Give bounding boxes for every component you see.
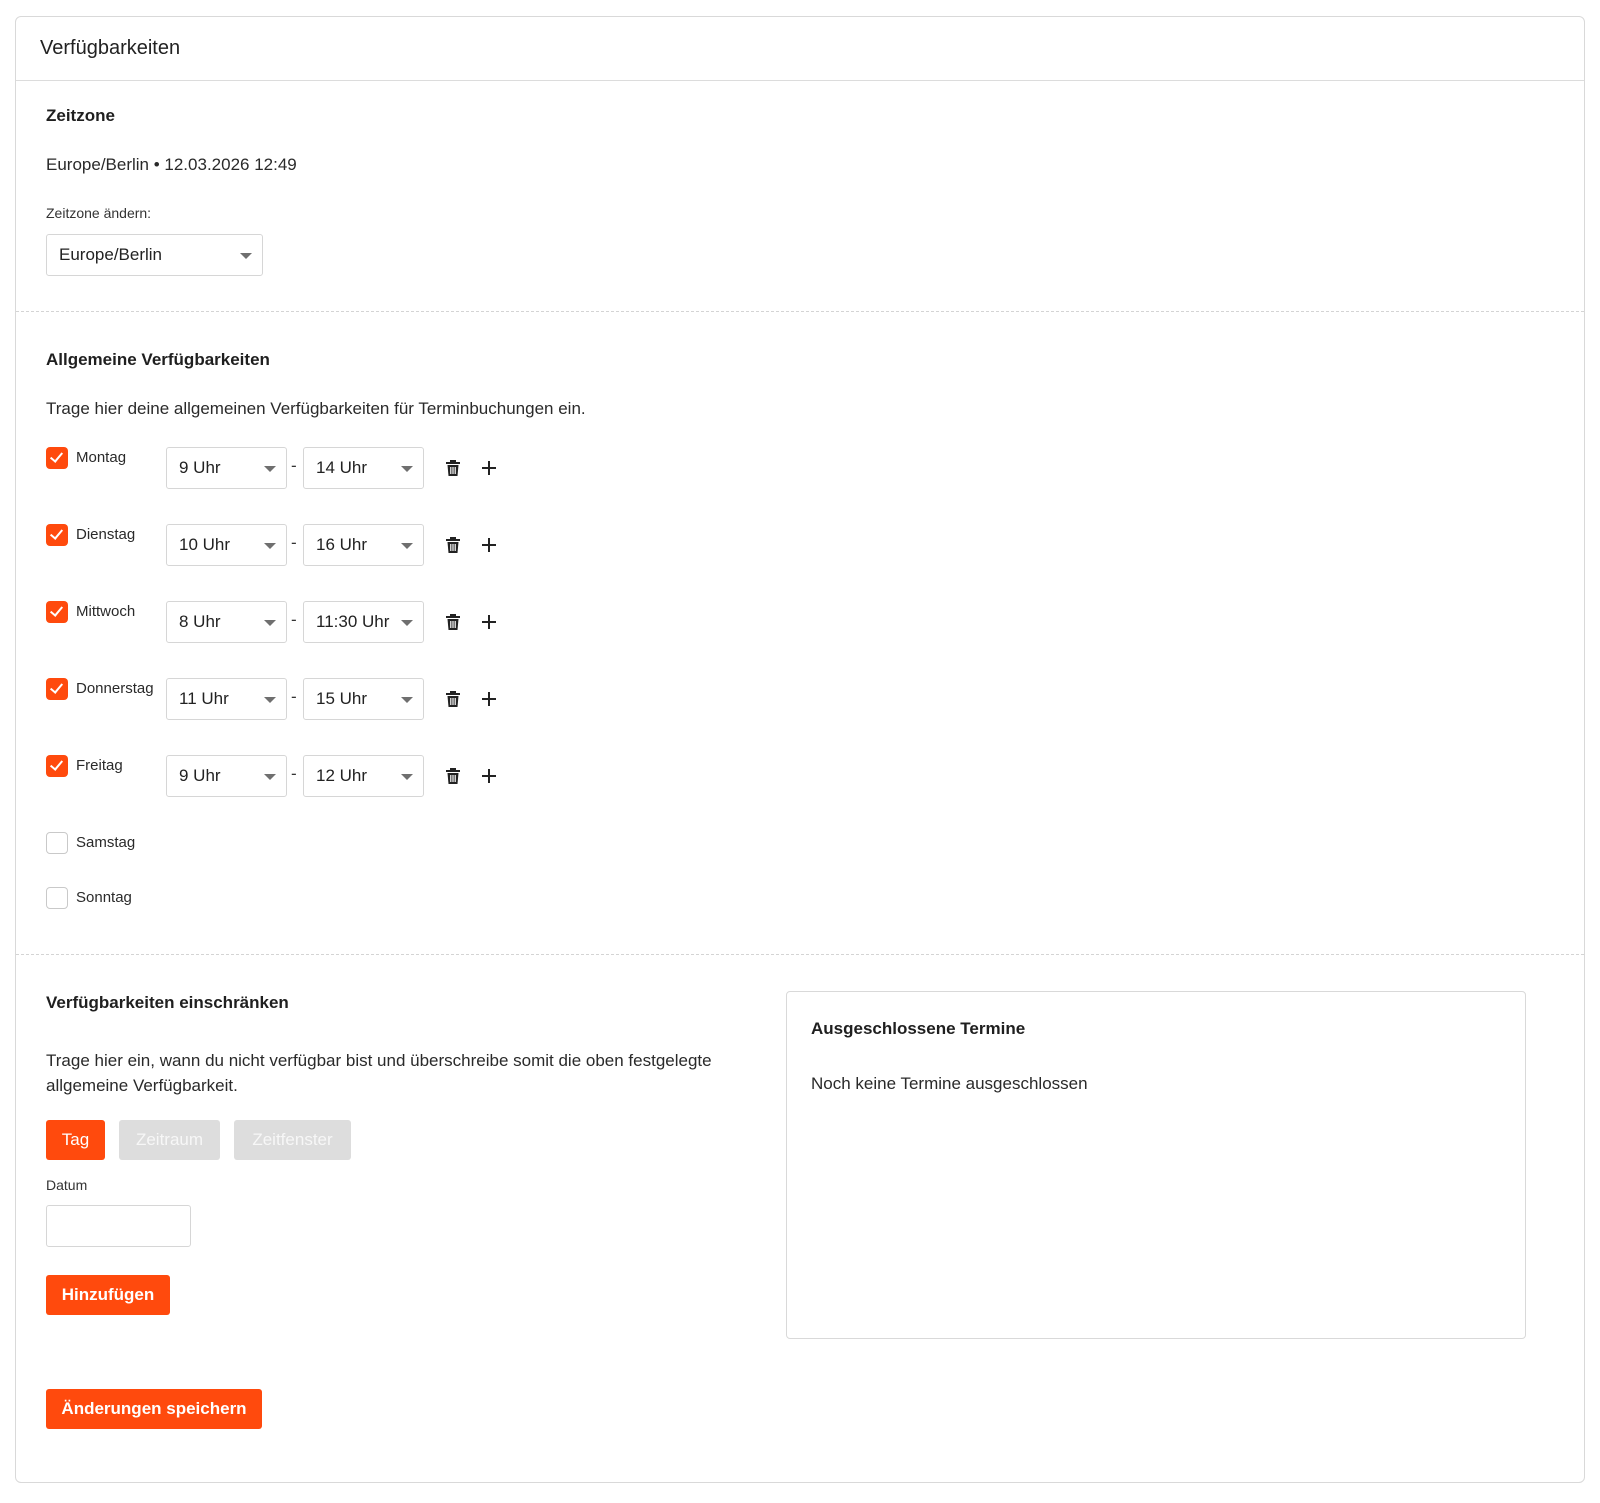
day-row-donnerstag: Donnerstag 11 Uhr -15 Uhr	[46, 678, 566, 720]
trash-icon[interactable]	[442, 611, 464, 633]
chevron-down-icon	[401, 774, 413, 780]
from-time-value: 8 Uhr	[179, 612, 221, 631]
to-time-select[interactable]: 11:30 Uhr	[303, 601, 424, 643]
from-time-value: 10 Uhr	[179, 535, 231, 554]
to-time-value: 16 Uhr	[316, 535, 368, 554]
timezone-select[interactable]: Europe/Berlin	[46, 234, 263, 276]
general-title: Allgemeine Verfügbarkeiten	[46, 350, 270, 369]
checkbox-dienstag[interactable]	[46, 524, 68, 546]
from-time-select[interactable]: 9 Uhr	[166, 447, 287, 489]
checkbox-mittwoch[interactable]	[46, 601, 68, 623]
plus-icon[interactable]	[478, 688, 500, 710]
trash-icon[interactable]	[442, 457, 464, 479]
day-row-freitag: Freitag 9 Uhr -12 Uhr	[46, 755, 566, 797]
page-title: Verfügbarkeiten	[40, 37, 181, 59]
chevron-down-icon	[264, 543, 276, 549]
tab-zeitraum[interactable]: Zeitraum	[119, 1120, 220, 1160]
restrict-title: Verfügbarkeiten einschränken	[46, 993, 289, 1012]
trash-icon[interactable]	[442, 765, 464, 787]
chevron-down-icon	[401, 620, 413, 626]
to-time-select[interactable]: 16 Uhr	[303, 524, 424, 566]
from-time-select[interactable]: 11 Uhr	[166, 678, 287, 720]
section-divider	[16, 954, 1584, 955]
plus-icon[interactable]	[478, 611, 500, 633]
to-time-select[interactable]: 12 Uhr	[303, 755, 424, 797]
date-input[interactable]	[46, 1205, 191, 1247]
chevron-down-icon	[401, 543, 413, 549]
from-time-select[interactable]: 8 Uhr	[166, 601, 287, 643]
checkbox-samstag[interactable]	[46, 832, 68, 854]
to-time-value: 15 Uhr	[316, 689, 368, 708]
checkbox-freitag[interactable]	[46, 755, 68, 777]
restrict-description-line2: allgemeine Verfügbarkeit.	[46, 1076, 238, 1095]
excluded-empty-text: Noch keine Termine ausgeschlossen	[811, 1074, 1088, 1093]
from-time-value: 9 Uhr	[179, 458, 221, 477]
timezone-change-label: Zeitzone ändern:	[46, 205, 152, 221]
from-time-value: 11 Uhr	[179, 689, 229, 708]
plus-icon[interactable]	[478, 457, 500, 479]
chevron-down-icon	[240, 253, 252, 259]
checkbox-montag[interactable]	[46, 447, 68, 469]
day-row-dienstag: Dienstag 10 Uhr -16 Uhr	[46, 524, 566, 566]
from-time-select[interactable]: 9 Uhr	[166, 755, 287, 797]
trash-icon[interactable]	[442, 688, 464, 710]
day-label: Sonntag	[76, 889, 132, 906]
day-row-mittwoch: Mittwoch 8 Uhr -11:30 Uhr	[46, 601, 566, 643]
plus-icon[interactable]	[478, 534, 500, 556]
time-separator: -	[291, 456, 297, 475]
chevron-down-icon	[264, 620, 276, 626]
tab-zeitfenster[interactable]: Zeitfenster	[234, 1120, 351, 1160]
day-label: Dienstag	[76, 526, 136, 543]
chevron-down-icon	[264, 774, 276, 780]
timezone-current: Europe/Berlin • 12.03.2026 12:49	[46, 155, 297, 174]
day-label: Montag	[76, 449, 127, 466]
checkmark-icon	[49, 603, 64, 617]
tab-tag[interactable]: Tag	[46, 1120, 105, 1160]
trash-icon[interactable]	[442, 534, 464, 556]
time-separator: -	[291, 687, 297, 706]
to-time-select[interactable]: 14 Uhr	[303, 447, 424, 489]
card-header: Verfügbarkeiten	[16, 17, 1584, 81]
restrict-description: Trage hier ein, wann du nicht verfügbar …	[46, 1048, 712, 1098]
to-time-value: 11:30 Uhr	[316, 612, 390, 631]
from-time-select[interactable]: 10 Uhr	[166, 524, 287, 566]
day-label: Mittwoch	[76, 603, 136, 620]
checkbox-donnerstag[interactable]	[46, 678, 68, 700]
timezone-select-value: Europe/Berlin	[59, 245, 163, 264]
to-time-value: 12 Uhr	[316, 766, 368, 785]
checkmark-icon	[49, 757, 64, 771]
time-separator: -	[291, 764, 297, 783]
day-label: Samstag	[76, 834, 136, 851]
date-label: Datum	[46, 1177, 88, 1193]
checkmark-icon	[49, 449, 64, 463]
add-exclusion-button[interactable]: Hinzufügen	[46, 1275, 170, 1315]
checkmark-icon	[49, 680, 64, 694]
day-label: Donnerstag	[76, 680, 154, 697]
day-row-sonntag: Sonntag	[46, 887, 566, 929]
general-description: Trage hier deine allgemeinen Verfügbarke…	[46, 399, 586, 418]
checkmark-icon	[49, 526, 64, 540]
chevron-down-icon	[264, 466, 276, 472]
day-row-samstag: Samstag	[46, 832, 566, 874]
section-divider	[16, 311, 1584, 312]
day-row-montag: Montag 9 Uhr -14 Uhr	[46, 447, 566, 489]
save-changes-button[interactable]: Änderungen speichern	[46, 1389, 262, 1429]
excluded-title: Ausgeschlossene Termine	[811, 1019, 1026, 1038]
day-label: Freitag	[76, 757, 123, 774]
to-time-select[interactable]: 15 Uhr	[303, 678, 424, 720]
chevron-down-icon	[401, 466, 413, 472]
excluded-dates-panel: Ausgeschlossene Termine Noch keine Termi…	[786, 991, 1526, 1339]
checkbox-sonntag[interactable]	[46, 887, 68, 909]
timezone-title: Zeitzone	[46, 106, 115, 125]
chevron-down-icon	[264, 697, 276, 703]
from-time-value: 9 Uhr	[179, 766, 221, 785]
chevron-down-icon	[401, 697, 413, 703]
time-separator: -	[291, 610, 297, 629]
restrict-description-line1: Trage hier ein, wann du nicht verfügbar …	[46, 1051, 712, 1070]
to-time-value: 14 Uhr	[316, 458, 368, 477]
availability-card: Verfügbarkeiten Zeitzone Europe/Berlin •…	[15, 16, 1585, 1483]
time-separator: -	[291, 533, 297, 552]
plus-icon[interactable]	[478, 765, 500, 787]
